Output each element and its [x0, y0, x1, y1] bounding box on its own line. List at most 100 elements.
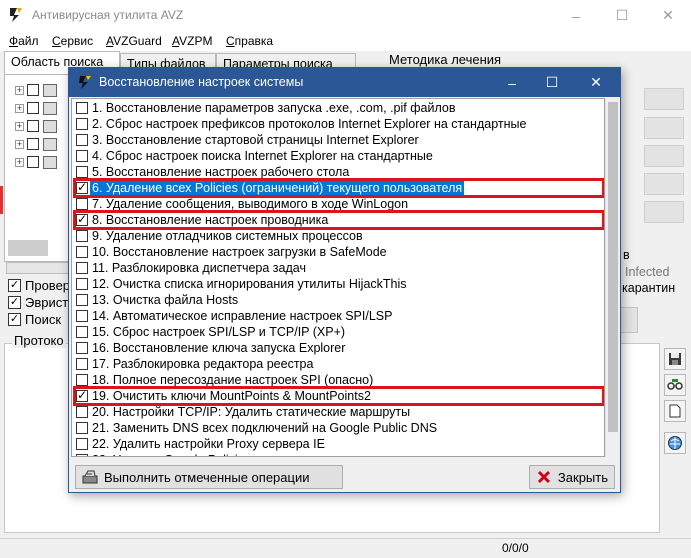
operation-item[interactable]: 10. Восстановление настроек загрузки в S…	[72, 244, 604, 260]
checkbox[interactable]	[76, 278, 88, 290]
tree-node[interactable]: +	[15, 137, 75, 153]
tree-node[interactable]: +	[15, 155, 75, 171]
checkbox[interactable]	[76, 454, 88, 456]
tree-node[interactable]: +	[15, 83, 75, 99]
operation-item[interactable]: 20. Настройки TCP/IP: Удалить статически…	[72, 404, 604, 420]
checkbox[interactable]	[76, 118, 88, 130]
maximize-button[interactable]: ☐	[599, 0, 645, 31]
method-field	[644, 145, 684, 167]
operation-label: 23. Удалить Google Policies	[92, 453, 251, 456]
operation-item[interactable]: 11. Разблокировка диспетчера задач	[72, 260, 604, 276]
menu-file[interactable]: Файл	[9, 34, 39, 48]
operation-label: 13. Очистка файла Hosts	[92, 293, 239, 307]
close-label: Закрыть	[557, 469, 608, 485]
operation-item[interactable]: 9. Удаление отладчиков системных процесс…	[72, 228, 604, 244]
operation-item[interactable]: 17. Разблокировка редактора реестра	[72, 356, 604, 372]
checkbox[interactable]	[76, 246, 88, 258]
operation-label: 5. Восстановление настроек рабочего стол…	[92, 165, 350, 179]
highlight-annotation	[73, 210, 604, 230]
method-field	[644, 88, 684, 110]
avz-app-icon	[79, 76, 91, 89]
operation-item[interactable]: 13. Очистка файла Hosts	[72, 292, 604, 308]
checkbox-checked: ✓	[8, 313, 21, 326]
scroll-thumb[interactable]	[608, 102, 618, 432]
close-button[interactable]: ✕	[645, 0, 691, 31]
operation-label: 22. Удалить настройки Proxy сервера IE	[92, 437, 325, 451]
checkbox[interactable]	[76, 374, 88, 386]
checkbox-checked: ✓	[8, 279, 21, 292]
operation-label: 10. Восстановление настроек загрузки в S…	[92, 245, 387, 259]
operation-label: 9. Удаление отладчиков системных процесс…	[92, 229, 363, 243]
menu-avzguard[interactable]: AVZGuard	[106, 34, 162, 48]
execute-button[interactable]: Выполнить отмеченные операции	[75, 465, 343, 489]
tree-node[interactable]: +	[15, 101, 75, 117]
dialog-close-button[interactable]: ✕	[576, 68, 616, 97]
checkbox[interactable]	[76, 342, 88, 354]
operation-item[interactable]: 2. Сброс настроек префиксов протоколов I…	[72, 116, 604, 132]
method-label: Методика лечения	[389, 52, 502, 67]
checkbox[interactable]	[76, 294, 88, 306]
dialog-minimize-button[interactable]: –	[492, 68, 532, 97]
globe-icon[interactable]	[664, 432, 686, 454]
menu-bar: Файл Сервис AVZGuard AVZPM Справка	[0, 31, 691, 51]
glasses-icon[interactable]	[664, 374, 686, 396]
operation-item[interactable]: 21. Заменить DNS всех подключений на Goo…	[72, 420, 604, 436]
checkbox[interactable]	[76, 230, 88, 242]
checkbox[interactable]	[76, 406, 88, 418]
minimize-button[interactable]: –	[553, 0, 599, 31]
progress-bar	[6, 262, 70, 274]
quarantine-label: карантин	[622, 281, 676, 295]
operation-item[interactable]: 23. Удалить Google Policies	[72, 452, 604, 456]
operations-list[interactable]: 1. Восстановление параметров запуска .ex…	[71, 98, 605, 457]
menu-help[interactable]: Справка	[226, 34, 273, 48]
status-bar	[0, 538, 691, 558]
operation-item[interactable]: 4. Сброс настроек поиска Internet Explor…	[72, 148, 604, 164]
checkbox[interactable]	[76, 358, 88, 370]
operation-item[interactable]: 3. Восстановление стартовой страницы Int…	[72, 132, 604, 148]
avz-app-icon	[10, 8, 22, 22]
status-text: 0/0/0	[502, 541, 529, 555]
operation-label: 2. Сброс настроек префиксов протоколов I…	[92, 117, 527, 131]
method-field	[644, 117, 684, 139]
checkbox[interactable]	[76, 422, 88, 434]
checkbox[interactable]	[76, 438, 88, 450]
highlight-annotation	[73, 178, 604, 198]
checkbox[interactable]	[76, 310, 88, 322]
operation-label: 18. Полное пересоздание настроек SPI (оп…	[92, 373, 374, 387]
operation-item[interactable]: 15. Сброс настроек SPI/LSP и TCP/IP (XP+…	[72, 324, 604, 340]
close-x-icon	[537, 470, 551, 484]
checkbox[interactable]	[76, 102, 88, 114]
tree-node[interactable]: +	[15, 119, 75, 135]
operation-item[interactable]: 14. Автоматическое исправление настроек …	[72, 308, 604, 324]
save-icon[interactable]	[664, 348, 686, 370]
checkbox[interactable]	[76, 262, 88, 274]
method-field	[644, 173, 684, 195]
checkbox[interactable]	[76, 150, 88, 162]
operation-label: 12. Очистка списка игнорирования утилиты…	[92, 277, 407, 291]
checkbox[interactable]	[76, 326, 88, 338]
menu-service[interactable]: Сервис	[52, 34, 93, 48]
tree-scrollbar[interactable]	[8, 240, 48, 256]
operation-label: 14. Автоматическое исправление настроек …	[92, 309, 393, 323]
operation-label: 17. Разблокировка редактора реестра	[92, 357, 314, 371]
operation-item[interactable]: 12. Очистка списка игнорирования утилиты…	[72, 276, 604, 292]
document-icon[interactable]	[664, 400, 686, 422]
operation-item[interactable]: 22. Удалить настройки Proxy сервера IE	[72, 436, 604, 452]
dialog-maximize-button[interactable]: ☐	[532, 68, 572, 97]
menu-avzpm[interactable]: AVZPM	[172, 34, 212, 48]
operation-label: 7. Удаление сообщения, выводимого в ходе…	[92, 197, 409, 211]
operation-item[interactable]: 16. Восстановление ключа запуска Explore…	[72, 340, 604, 356]
window-title: Антивирусная утилита AVZ	[32, 8, 184, 22]
operation-label: 21. Заменить DNS всех подключений на Goo…	[92, 421, 438, 435]
partial-text: в	[623, 248, 630, 262]
highlight-annotation	[73, 386, 604, 406]
operation-item[interactable]: 1. Восстановление параметров запуска .ex…	[72, 100, 604, 116]
checkbox[interactable]	[76, 198, 88, 210]
operation-label: 15. Сброс настроек SPI/LSP и TCP/IP (XP+…	[92, 325, 346, 339]
list-scrollbar[interactable]	[605, 98, 619, 457]
checkbox[interactable]	[76, 166, 88, 178]
checkbox[interactable]	[76, 134, 88, 146]
restore-settings-dialog: Восстановление настроек системы – ☐ ✕ 1.…	[68, 67, 621, 493]
dialog-close-bottom-button[interactable]: Закрыть	[529, 465, 615, 489]
method-field	[644, 201, 684, 223]
